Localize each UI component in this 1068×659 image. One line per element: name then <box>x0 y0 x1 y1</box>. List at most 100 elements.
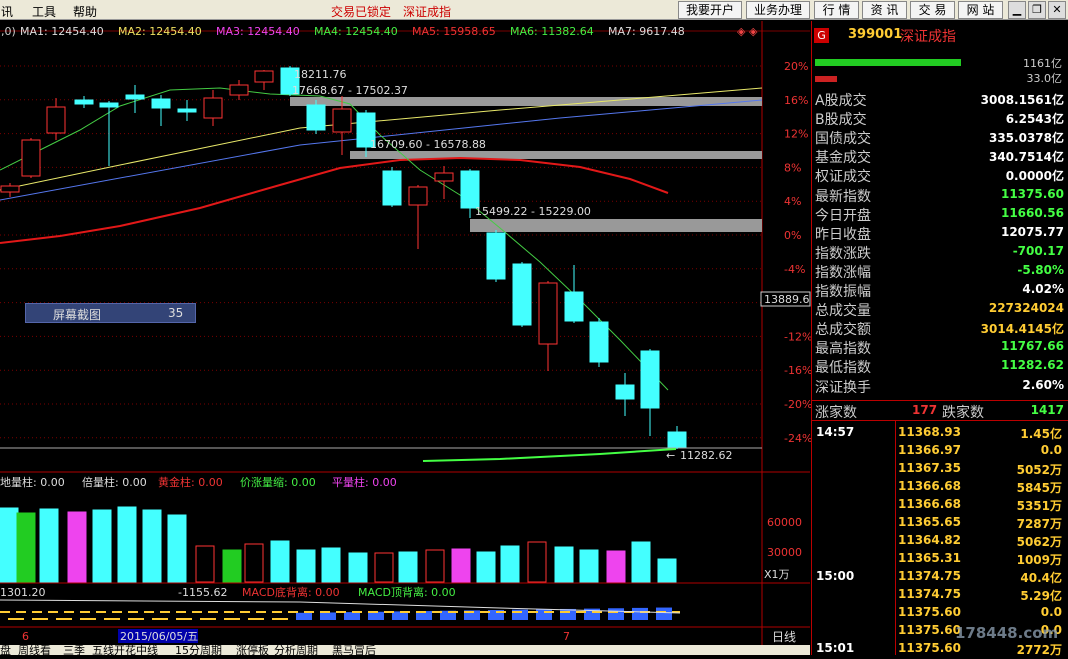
candle-body <box>382 170 402 206</box>
bottom-tab[interactable]: 黑马冒后 <box>332 645 376 655</box>
rise-count: 177 <box>912 403 938 417</box>
fall-count: 1417 <box>1030 403 1064 417</box>
tick-time: 15:01 <box>816 641 855 655</box>
bottom-tab[interactable]: 分析周期 <box>274 645 318 655</box>
pct-tick: -20% <box>784 398 812 411</box>
tick-volume: 1.45亿 <box>1020 427 1062 441</box>
macd-bar <box>608 608 624 620</box>
tick-volume: 5062万 <box>1016 535 1062 549</box>
open-account-button[interactable]: 我要开户 <box>678 1 742 19</box>
stat-label: 权证成交 <box>815 169 871 186</box>
candle-body <box>125 94 145 100</box>
website-button[interactable]: 网 站 <box>958 1 1003 19</box>
volume-bar <box>16 512 36 583</box>
tick-price: 11365.31 <box>898 551 962 565</box>
tick-volume: 5351万 <box>1016 499 1062 513</box>
bottom-tab[interactable]: 五线开花中线 <box>92 645 158 655</box>
macd-bar <box>272 618 288 620</box>
candle-body <box>46 106 66 134</box>
bottom-tab[interactable]: 15分周期 <box>175 645 222 655</box>
volume-bar <box>222 549 242 583</box>
candle-body <box>0 185 20 193</box>
macd-bar <box>320 612 336 620</box>
stat-label: 指数振幅 <box>815 284 871 300</box>
volume-bar <box>579 549 599 583</box>
tick-price: 11366.68 <box>898 497 962 511</box>
screenshot-overlay[interactable]: 屏幕截图 35 <box>25 303 196 323</box>
tick-row: 11374.75 5.29亿 <box>812 587 1068 605</box>
stat-value: 0.0000亿 <box>1005 169 1064 184</box>
volume-bar <box>425 549 445 583</box>
macd-bar <box>56 618 72 620</box>
bottom-tab[interactable]: 涨停板 <box>236 645 269 655</box>
tick-price: 11367.35 <box>898 461 962 475</box>
volume-bar <box>296 549 316 583</box>
menu-xun[interactable]: 讯 <box>1 3 13 20</box>
candle-body <box>640 350 660 409</box>
ma-prefix: ,0) <box>1 25 16 38</box>
volume-bar <box>476 551 496 583</box>
pct-tick: 0% <box>784 229 801 242</box>
tick-row: 11365.31 1009万 <box>812 551 1068 569</box>
breadth-row: 涨家数 177 跌家数 1417 <box>812 400 1068 421</box>
menu-help[interactable]: 帮助 <box>73 3 97 20</box>
stat-value: -5.80% <box>1017 262 1064 277</box>
settings-icon[interactable]: ◈ <box>737 25 746 38</box>
stat-value: 335.0378亿 <box>988 131 1064 146</box>
macd-bar <box>128 618 144 620</box>
pct-axis: 20%16%12%8%4%0%-4%-8%-12%-16%-20%-24% <box>784 60 812 445</box>
stat-label: B股成交 <box>815 112 867 129</box>
bottom-tab[interactable]: 盘 <box>0 645 11 655</box>
tick-price: 11365.65 <box>898 515 962 529</box>
tick-row: 11366.97 0.0 <box>812 443 1068 461</box>
business-button[interactable]: 业务办理 <box>746 1 810 19</box>
stat-row: 昨日收盘 12075.77 <box>812 224 1068 243</box>
volume-bar <box>270 540 290 583</box>
candle-body <box>332 108 352 133</box>
tick-row: 11375.60 0.0 <box>812 605 1068 623</box>
volume-bar <box>374 552 394 583</box>
tick-volume: 0.0 <box>1040 605 1062 619</box>
macd-bar <box>560 608 576 620</box>
tick-row: 15:01 11375.60 2772万 <box>812 641 1068 659</box>
news-button[interactable]: 资 讯 <box>862 1 907 19</box>
candle-body <box>538 282 558 345</box>
stat-label: 今日开盘 <box>815 207 871 224</box>
tick-volume: 0.0 <box>1040 443 1062 457</box>
trade-button[interactable]: 交 易 <box>910 1 955 19</box>
tick-price: 11368.93 <box>898 425 962 439</box>
close-icon[interactable]: ✕ <box>1048 1 1066 19</box>
candles <box>0 66 687 449</box>
macd-value-2: -1155.62 <box>178 586 227 599</box>
macd-bar <box>8 618 24 620</box>
stat-label: 总成交量 <box>815 303 871 320</box>
stat-row: 总成交额 3014.4145亿 <box>812 319 1068 338</box>
bottom-tab[interactable]: 周线看 <box>18 645 51 655</box>
candle-body <box>564 291 584 322</box>
indicator-jiazhang: 价涨量缩: 0.00 <box>240 476 316 489</box>
lock-status: 交易已锁定 <box>331 5 392 19</box>
volume-bar <box>527 541 547 583</box>
minimize-icon[interactable]: ▁ <box>1008 1 1026 19</box>
volume-bars <box>0 506 677 583</box>
candle-body <box>434 172 454 182</box>
macd-bar <box>200 618 216 620</box>
bottom-tab[interactable]: 三季 <box>63 645 85 655</box>
volume-bar <box>0 507 19 583</box>
period-label[interactable]: 日线 <box>772 630 796 644</box>
settings-icon-2[interactable]: ◈ <box>749 25 758 38</box>
restore-icon[interactable]: ❐ <box>1028 1 1046 19</box>
tick-row: 11366.68 5845万 <box>812 479 1068 497</box>
vol-unit: X1万 <box>764 568 790 581</box>
pct-tick: -24% <box>784 432 812 445</box>
stat-value: 11375.60 <box>1000 186 1064 201</box>
stat-value: 3008.1561亿 <box>980 93 1064 107</box>
tick-row: 11367.35 5052万 <box>812 461 1068 479</box>
stat-value: 12075.77 <box>1000 224 1064 239</box>
menu-tools[interactable]: 工具 <box>32 3 56 20</box>
stat-row: 最低指数 11282.62 <box>812 357 1068 376</box>
quotes-button[interactable]: 行 情 <box>814 1 859 19</box>
stat-row: 国债成交 335.0378亿 <box>812 128 1068 147</box>
volume-bar <box>142 509 162 583</box>
stat-row: 指数涨跌 -700.17 <box>812 243 1068 262</box>
